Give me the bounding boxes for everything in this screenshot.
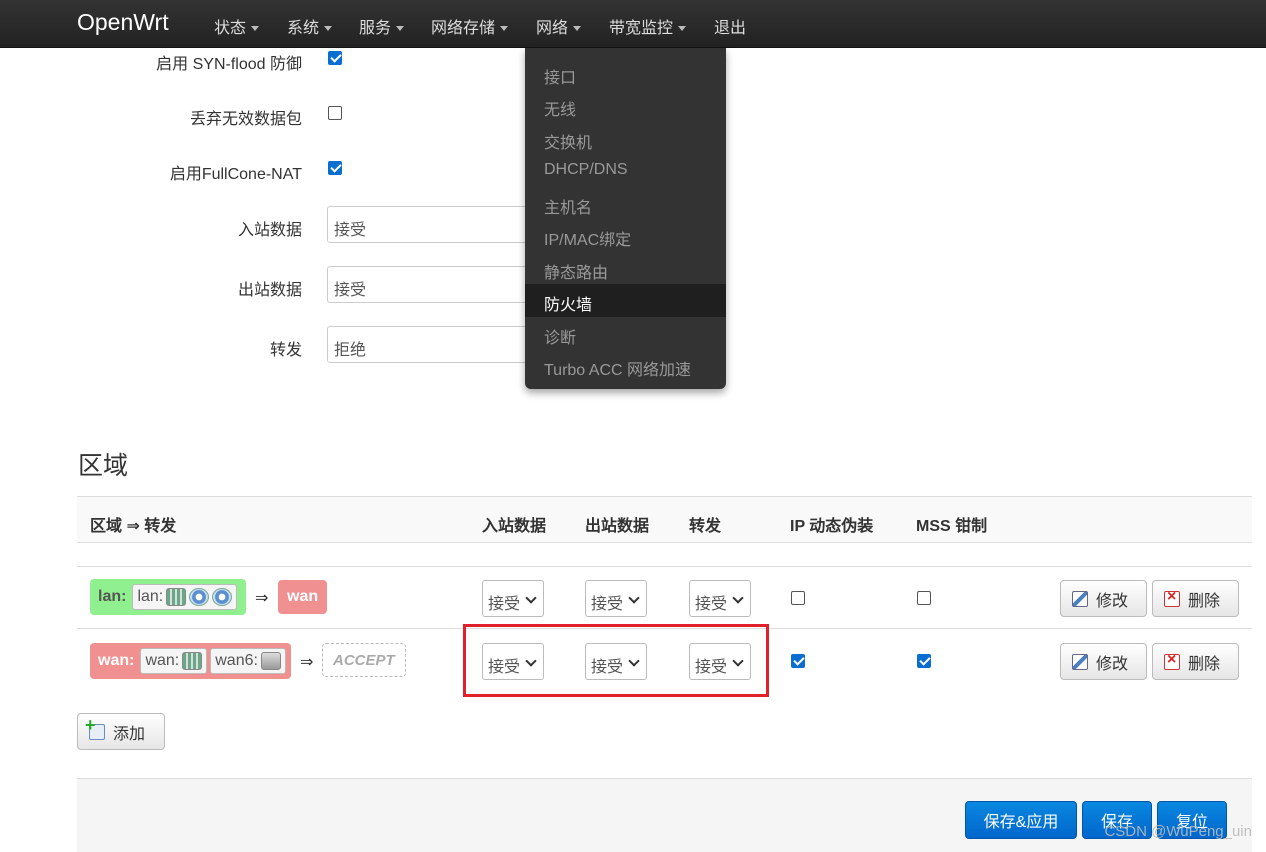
brand-logo[interactable]: OpenWrt — [77, 9, 169, 36]
header-mss-clamping: MSS 钳制 — [916, 518, 988, 535]
syn-flood-checkbox[interactable] — [328, 51, 342, 65]
zone-badge-wan: wan: wan: wan6: — [90, 643, 291, 679]
caret-down-icon — [251, 26, 260, 32]
delete-icon — [1164, 588, 1180, 607]
menu-status[interactable]: 状态 — [214, 14, 260, 38]
forward-arrow: ⇒ — [255, 590, 269, 607]
input-policy-label: 入站数据 — [237, 222, 302, 239]
forward-arrow: ⇒ — [300, 654, 314, 671]
lan-edit-button[interactable]: 修改 — [1060, 580, 1147, 617]
wifi-icon — [212, 588, 233, 606]
menu-nas[interactable]: 网络存储 — [431, 14, 509, 38]
switch-icon — [166, 588, 187, 606]
dest-accept: ACCEPT — [322, 643, 406, 677]
network-dropdown-menu: 接口 无线 交换机 DHCP/DNS 主机名 IP/MAC绑定 静态路由 防火墙… — [525, 48, 726, 389]
top-navbar: OpenWrt 状态 系统 服务 网络存储 网络 带宽监控 退出 — [0, 0, 1266, 48]
wan-masquerade-checkbox[interactable] — [791, 654, 805, 668]
network-name-lan: lan: — [137, 588, 164, 605]
forward-policy-select[interactable]: 拒绝 — [327, 326, 537, 363]
dropdown-item-switch[interactable]: 交换机 — [544, 129, 592, 153]
network-name-wan6: wan6: — [215, 652, 258, 669]
save-apply-button[interactable]: 保存&应用 — [965, 801, 1077, 839]
caret-down-icon — [678, 26, 687, 32]
output-policy-label: 出站数据 — [237, 282, 302, 299]
fullcone-nat-label: 启用FullCone-NAT — [169, 166, 302, 183]
lan-input-select[interactable]: 接受 — [482, 580, 544, 617]
network-box-wan6: wan6: — [210, 648, 286, 674]
dropdown-item-turbo-acc[interactable]: Turbo ACC 网络加速 — [544, 356, 691, 380]
dropdown-item-diagnostics[interactable]: 诊断 — [544, 324, 576, 348]
zone-badge-lan: lan: lan: — [90, 579, 246, 615]
delete-icon — [1164, 651, 1180, 670]
add-icon — [85, 715, 105, 740]
menu-services[interactable]: 服务 — [359, 14, 405, 38]
menu-system[interactable]: 系统 — [287, 14, 333, 38]
menu-network[interactable]: 网络 — [536, 14, 582, 38]
highlight-annotation-box — [463, 624, 769, 697]
header-zone-forward: 区域 ⇒ 转发 — [90, 518, 177, 535]
output-policy-select[interactable]: 接受 — [327, 266, 537, 303]
menu-services-label: 服务 — [359, 20, 392, 37]
menu-nas-label: 网络存储 — [431, 20, 496, 37]
dropdown-item-hostnames[interactable]: 主机名 — [544, 194, 592, 218]
forward-policy-label: 转发 — [269, 342, 302, 359]
dropdown-item-firewall[interactable]: 防火墙 — [544, 291, 592, 315]
edit-label: 修改 — [1096, 655, 1129, 673]
wan-delete-button[interactable]: 删除 — [1152, 643, 1239, 680]
caret-down-icon — [573, 26, 582, 32]
zones-section-title: 区域 — [78, 452, 129, 480]
menu-bandwidth[interactable]: 带宽监控 — [609, 14, 687, 38]
network-box-lan: lan: — [132, 584, 238, 610]
network-name-wan: wan: — [145, 652, 180, 669]
switch-icon — [182, 652, 203, 670]
wan-edit-button[interactable]: 修改 — [1060, 643, 1147, 680]
edit-icon — [1072, 590, 1088, 607]
header-forward: 转发 — [689, 518, 722, 535]
delete-label: 删除 — [1188, 592, 1221, 610]
menu-network-label: 网络 — [536, 20, 569, 37]
add-label: 添加 — [113, 725, 146, 743]
header-input: 入站数据 — [482, 518, 547, 535]
caret-down-icon — [324, 26, 333, 32]
header-output: 出站数据 — [585, 518, 650, 535]
wifi-icon — [189, 588, 210, 606]
dropdown-item-static-routes[interactable]: 静态路由 — [544, 259, 608, 283]
edit-icon — [1072, 653, 1088, 670]
input-policy-select[interactable]: 接受 — [327, 206, 537, 243]
zones-table-header: 区域 ⇒ 转发 入站数据 出站数据 转发 IP 动态伪装 MSS 钳制 — [77, 496, 1252, 543]
menu-logout[interactable]: 退出 — [714, 14, 746, 38]
table-row-lan: lan: lan: ⇒ wan 接受 接受 接受 修改 删除 — [77, 566, 1252, 628]
delete-label: 删除 — [1188, 655, 1221, 673]
dropdown-item-dhcp-dns[interactable]: DHCP/DNS — [544, 161, 628, 179]
watermark-text: CSDN @WuPeng_uin — [1104, 823, 1252, 840]
add-zone-button[interactable]: 添加 — [77, 713, 165, 750]
syn-flood-label: 启用 SYN-flood 防御 — [156, 56, 302, 73]
dest-zone-wan: wan — [278, 580, 328, 614]
drop-invalid-label: 丢弃无效数据包 — [189, 111, 302, 128]
lan-masquerade-checkbox[interactable] — [791, 591, 805, 605]
zone-name-wan: wan: — [98, 652, 135, 669]
edit-label: 修改 — [1096, 592, 1129, 610]
lan-output-select[interactable]: 接受 — [585, 580, 647, 617]
drop-invalid-checkbox[interactable] — [328, 106, 342, 120]
dropdown-item-wireless[interactable]: 无线 — [544, 96, 576, 120]
menu-status-label: 状态 — [214, 20, 247, 37]
caret-down-icon — [500, 26, 509, 32]
network-box-wan: wan: — [140, 648, 208, 674]
dropdown-item-ip-mac-binding[interactable]: IP/MAC绑定 — [544, 226, 631, 250]
menu-bandwidth-label: 带宽监控 — [609, 20, 674, 37]
form-actions-bar: 保存&应用 保存 复位 — [77, 778, 1252, 852]
ethernet-icon — [260, 652, 281, 670]
lan-forward-select[interactable]: 接受 — [689, 580, 751, 617]
dropdown-item-interfaces[interactable]: 接口 — [544, 64, 576, 88]
menu-logout-label: 退出 — [714, 20, 747, 37]
lan-mss-checkbox[interactable] — [917, 591, 931, 605]
wan-mss-checkbox[interactable] — [917, 654, 931, 668]
caret-down-icon — [396, 26, 405, 32]
zone-name-lan: lan: — [98, 588, 127, 605]
header-masquerading: IP 动态伪装 — [790, 518, 874, 535]
menu-system-label: 系统 — [287, 20, 320, 37]
lan-delete-button[interactable]: 删除 — [1152, 580, 1239, 617]
fullcone-nat-checkbox[interactable] — [328, 161, 342, 175]
